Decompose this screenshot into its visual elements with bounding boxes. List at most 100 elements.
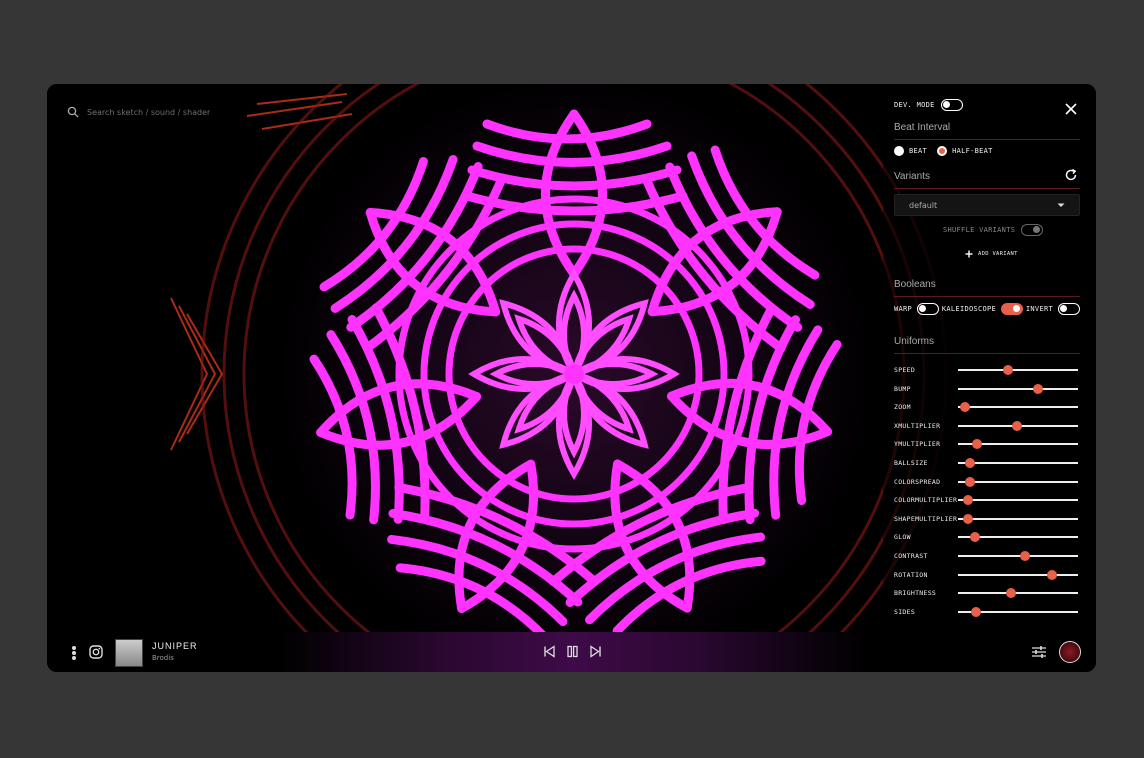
beat-interval-options: BEAT HALF-BEAT [894, 146, 993, 156]
boolean-warp-label: WARP [894, 305, 913, 313]
uniform-slider[interactable] [958, 513, 1078, 524]
search-input[interactable] [87, 107, 307, 117]
more-icon[interactable] [71, 646, 77, 660]
chevron-down-icon [1057, 203, 1065, 207]
plus-icon [965, 250, 973, 258]
instagram-icon[interactable] [89, 645, 103, 659]
close-icon[interactable] [1064, 102, 1078, 116]
slider-thumb[interactable] [971, 606, 981, 617]
search-bar[interactable] [67, 104, 307, 120]
uniform-slider[interactable] [958, 495, 1078, 506]
uniform-label: COLORMULTIPLIER [894, 496, 958, 505]
radio-half-beat-label: HALF-BEAT [952, 147, 993, 155]
uniform-slider[interactable] [958, 439, 1078, 450]
add-variant-button[interactable]: ADD VARIANT [965, 250, 1018, 258]
track-artist[interactable]: Brodis [152, 654, 174, 662]
boolean-kaleidoscope-toggle[interactable] [1001, 303, 1024, 315]
uniform-ymultiplier: YMULTIPLIER [894, 438, 1078, 450]
slider-thumb[interactable] [962, 495, 973, 506]
boolean-warp: WARP [894, 303, 940, 315]
uniform-slider[interactable] [958, 606, 1078, 617]
uniform-slider[interactable] [958, 365, 1078, 375]
boolean-invert: INVERT [1026, 303, 1080, 315]
variants-title: Variants [894, 171, 930, 182]
boolean-invert-toggle[interactable] [1058, 303, 1080, 315]
slider-thumb[interactable] [1005, 588, 1016, 599]
album-art[interactable] [115, 639, 143, 667]
previous-icon[interactable] [543, 645, 556, 658]
uniform-slider[interactable] [958, 402, 1078, 413]
uniform-slider[interactable] [958, 532, 1078, 543]
player-bar: JUNIPER Brodis [47, 632, 1096, 672]
uniform-slider[interactable] [958, 569, 1078, 580]
uniform-label: XMULTIPLIER [894, 421, 941, 430]
radio-beat-label: BEAT [909, 147, 928, 155]
next-icon[interactable] [589, 645, 602, 658]
slider-thumb[interactable] [969, 532, 980, 543]
variant-select[interactable]: default [894, 194, 1080, 216]
uniform-slider[interactable] [958, 476, 1078, 487]
slider-thumb[interactable] [962, 513, 973, 524]
uniform-sides: SIDES [894, 606, 1078, 618]
refresh-icon[interactable] [1064, 168, 1078, 182]
uniform-slider[interactable] [958, 551, 1078, 561]
uniform-label: COLORSPREAD [894, 477, 941, 486]
uniform-label: YMULTIPLIER [894, 440, 941, 449]
control-panel: DEV. MODE Beat Interval BEAT HALF-BEAT V… [883, 84, 1096, 632]
uniform-label: ROTATION [894, 570, 928, 579]
uniform-slider[interactable] [958, 383, 1078, 394]
uniform-slider[interactable] [958, 588, 1078, 599]
slider-thumb[interactable] [1020, 551, 1031, 561]
pause-icon[interactable] [566, 645, 579, 658]
uniform-label: CONTRAST [894, 552, 928, 560]
slider-thumb[interactable] [1011, 420, 1022, 431]
boolean-kaleidoscope-label: KALEIDOSCOPE [941, 305, 997, 313]
uniform-label: ZOOM [894, 403, 911, 412]
uniform-slider[interactable] [958, 458, 1078, 468]
shuffle-variants-row: SHUFFLE VARIANTS [943, 224, 1044, 236]
boolean-warp-toggle[interactable] [917, 303, 940, 315]
uniform-label: SIDES [894, 607, 916, 616]
uniform-label: BRIGHTNESS [894, 589, 937, 598]
uniform-glow: GLOW [894, 531, 1078, 543]
uniform-label: BALLSIZE [894, 459, 928, 467]
divider [894, 296, 1080, 297]
booleans-title: Booleans [894, 279, 936, 290]
boolean-invert-label: INVERT [1025, 305, 1053, 313]
uniforms-title: Uniforms [894, 336, 935, 347]
add-variant-label: ADD VARIANT [978, 251, 1018, 257]
slider-thumb[interactable] [1033, 383, 1044, 394]
uniform-zoom: ZOOM [894, 401, 1078, 413]
uniform-colormultiplier: COLORMULTIPLIER [894, 494, 1078, 506]
slider-thumb[interactable] [972, 439, 983, 450]
dev-mode-toggle[interactable] [940, 99, 963, 111]
boolean-kaleidoscope: KALEIDOSCOPE [941, 303, 1024, 315]
slider-thumb[interactable] [960, 402, 971, 413]
divider [894, 139, 1080, 140]
uniform-speed: SPEED [894, 364, 1078, 376]
slider-thumb[interactable] [1046, 569, 1057, 580]
uniform-label: SHAPEMULTIPLIER [894, 514, 958, 523]
uniform-bump: BUMP [894, 383, 1078, 395]
radio-beat[interactable]: BEAT [894, 146, 927, 156]
uniform-slider[interactable] [958, 420, 1078, 431]
radio-half-beat-dot[interactable] [937, 146, 948, 156]
booleans-row: WARP KALEIDOSCOPE INVERT [894, 303, 1080, 315]
uniform-ballsize: BALLSIZE [894, 457, 1078, 469]
divider [894, 353, 1080, 354]
mixer-icon[interactable] [1031, 645, 1047, 659]
search-icon [67, 106, 79, 118]
slider-thumb[interactable] [1003, 365, 1014, 375]
uniform-contrast: CONTRAST [894, 550, 1078, 562]
uniform-label: BUMP [894, 384, 911, 393]
dev-mode-label: DEV. MODE [894, 101, 935, 109]
radio-half-beat[interactable]: HALF-BEAT [937, 146, 993, 156]
avatar[interactable] [1059, 641, 1081, 663]
slider-thumb[interactable] [965, 458, 975, 468]
shuffle-variants-toggle[interactable] [1021, 224, 1044, 236]
uniform-rotation: ROTATION [894, 569, 1078, 581]
track-title: JUNIPER [152, 641, 198, 651]
radio-beat-dot[interactable] [894, 146, 904, 156]
uniform-colorspread: COLORSPREAD [894, 476, 1078, 488]
slider-thumb[interactable] [965, 476, 975, 487]
